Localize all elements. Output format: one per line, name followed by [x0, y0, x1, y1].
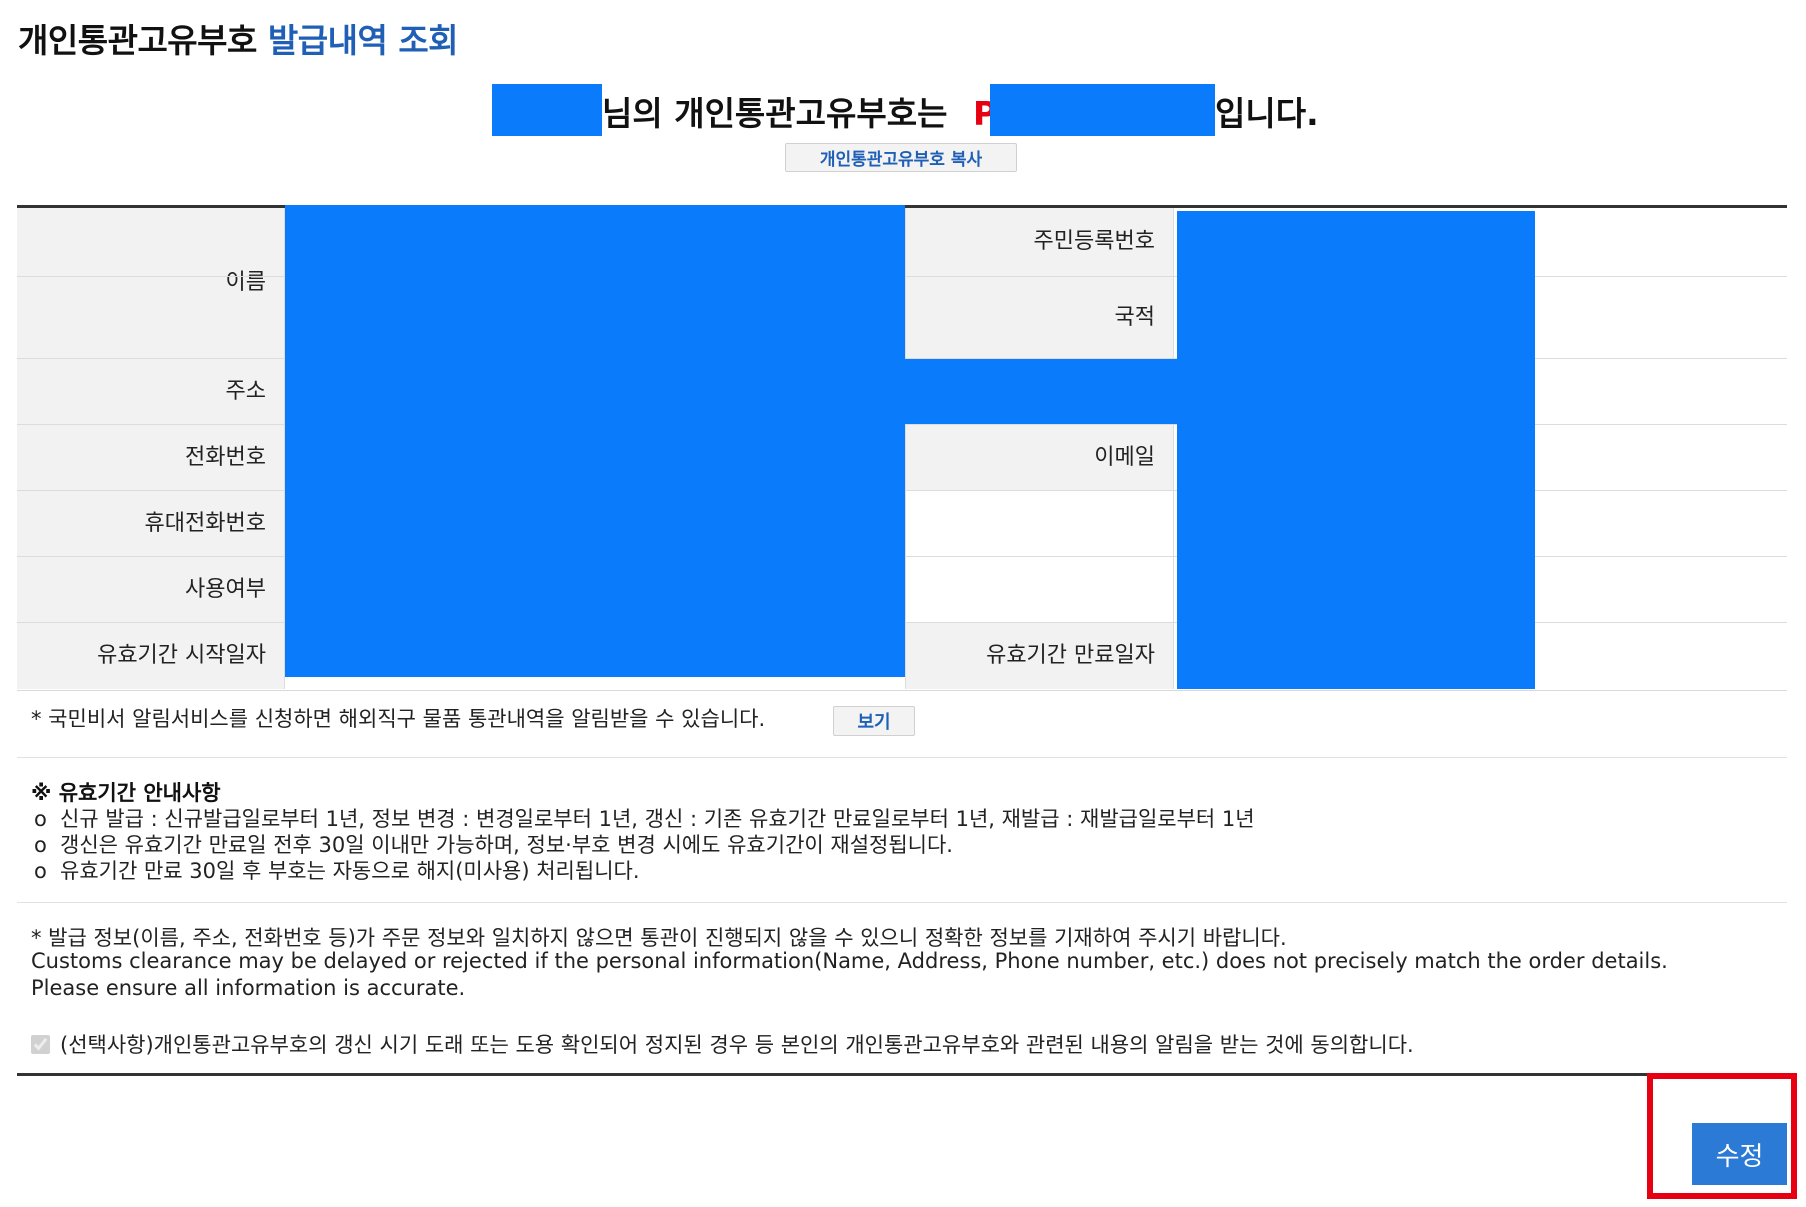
edit-button[interactable]: 수정 — [1692, 1123, 1787, 1185]
bullet-icon: o — [34, 833, 47, 857]
section-divider — [17, 757, 1787, 758]
col-divider — [1173, 208, 1174, 689]
page-title-main: 개인통관고유부호 — [18, 21, 257, 60]
redacted-user-name — [492, 84, 602, 136]
view-button[interactable]: 보기 — [833, 706, 915, 736]
label-valid-end: 유효기간 만료일자 — [905, 623, 1173, 689]
bullet-icon: o — [34, 807, 47, 831]
redacted-address-extension — [905, 359, 1195, 424]
col-divider — [905, 208, 906, 689]
redacted-personal-info-right — [1177, 211, 1535, 689]
label-nationality: 국적 — [905, 277, 1173, 358]
label-email: 이메일 — [905, 425, 1173, 490]
label-name: 이름 — [17, 208, 284, 358]
page-title: 개인통관고유부호 발급내역 조회 — [18, 14, 459, 62]
section-divider — [17, 902, 1787, 903]
page-title-accent: 발급내역 조회 — [267, 21, 459, 60]
redacted-personal-info — [285, 205, 905, 677]
bullet-icon: o — [34, 859, 47, 883]
label-resident-no: 주민등록번호 — [905, 208, 1173, 276]
info-accuracy-note: Please ensure all information is accurat… — [31, 976, 466, 1000]
table-bottom-rule — [17, 1073, 1787, 1076]
label-phone: 전화번호 — [17, 425, 284, 490]
info-mismatch-warning-en: Customs clearance may be delayed or reje… — [31, 949, 1668, 973]
guide-item: o 유효기간 만료 30일 후 부호는 자동으로 해지(미사용) 처리됩니다. — [34, 859, 640, 883]
code-notice: 님의 개인통관고유부호는 P 입니다. — [0, 84, 1806, 138]
info-mismatch-warning-ko: * 발급 정보(이름, 주소, 전화번호 등)가 주문 정보와 일치하지 않으면… — [31, 926, 1287, 950]
label-address: 주소 — [17, 359, 284, 424]
consent-checkbox[interactable] — [31, 1034, 50, 1054]
consent-row[interactable]: (선택사항)개인통관고유부호의 갱신 시기 도래 또는 도용 확인되어 정지된 … — [31, 1029, 1414, 1059]
redacted-customs-code — [990, 84, 1215, 136]
label-valid-start: 유효기간 시작일자 — [17, 623, 284, 689]
notice-text-end: 입니다. — [1215, 94, 1319, 133]
label-usage: 사용여부 — [17, 557, 284, 622]
notice-text-mid: 님의 개인통관고유부호는 — [602, 94, 948, 133]
notify-service-text: * 국민비서 알림서비스를 신청하면 해외직구 물품 통관내역을 알림받을 수 … — [31, 707, 766, 731]
info-table: 이름 주소 전화번호 휴대전화번호 사용여부 유효기간 시작일자 주민등록번호 … — [17, 205, 1787, 691]
consent-text: (선택사항)개인통관고유부호의 갱신 시기 도래 또는 도용 확인되어 정지된 … — [60, 1033, 1414, 1057]
copy-code-button[interactable]: 개인통관고유부호 복사 — [785, 143, 1017, 172]
label-mobile: 휴대전화번호 — [17, 491, 284, 556]
